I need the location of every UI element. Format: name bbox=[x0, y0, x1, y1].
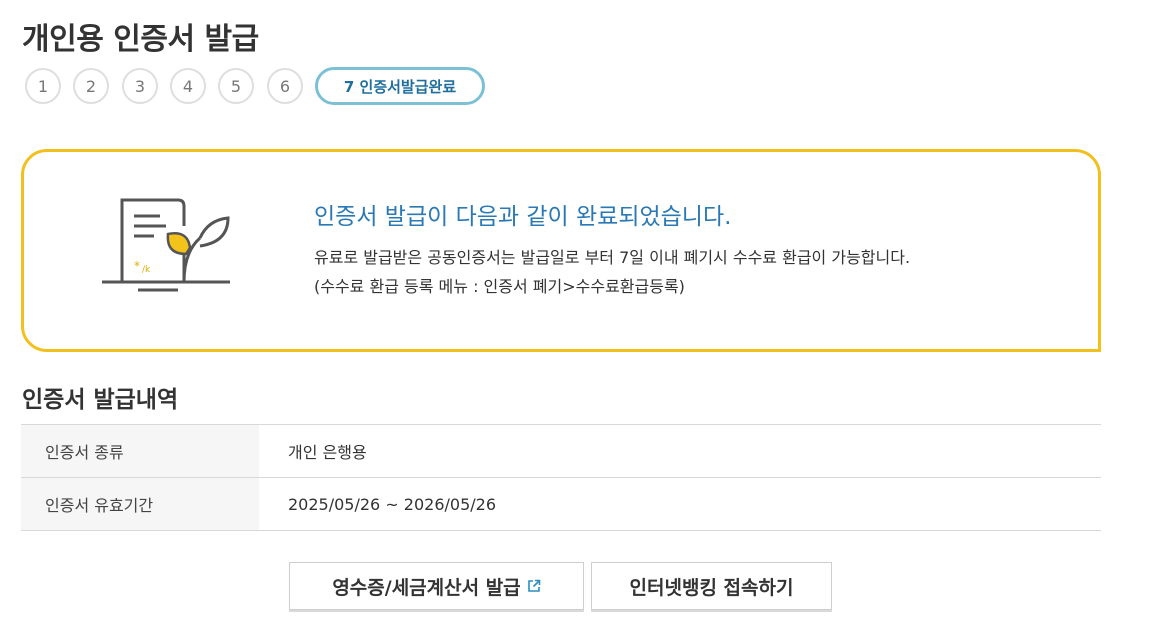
receipt-button-label: 영수증/세금계산서 발급 bbox=[332, 576, 521, 599]
issuance-history-table: 인증서 종류 개인 은행용 인증서 유효기간 2025/05/26 ~ 2026… bbox=[21, 424, 1101, 531]
step-1: 1 bbox=[25, 68, 61, 104]
cert-validity-label: 인증서 유효기간 bbox=[21, 477, 259, 531]
svg-text:/k: /k bbox=[142, 265, 151, 275]
notice-heading: 인증서 발급이 다음과 같이 완료되었습니다. bbox=[314, 204, 732, 230]
cert-validity-value: 2025/05/26 ~ 2026/05/26 bbox=[259, 477, 1101, 531]
completion-notice: * /k 인증서 발급이 다음과 같이 완료되었습니다. 유료로 발급받은 공동… bbox=[21, 149, 1101, 352]
receipt-invoice-button[interactable]: 영수증/세금계산서 발급 bbox=[289, 562, 584, 610]
internet-banking-button[interactable]: 인터넷뱅킹 접속하기 bbox=[591, 562, 832, 610]
external-link-icon bbox=[527, 579, 540, 592]
step-5: 5 bbox=[218, 68, 254, 104]
notice-refund-info: 유료로 발급받은 공동인증서는 발급일로 부터 7일 이내 폐기시 수수료 환급… bbox=[314, 248, 911, 267]
table-row: 인증서 유효기간 2025/05/26 ~ 2026/05/26 bbox=[21, 477, 1101, 531]
notice-refund-menu: (수수료 환급 등록 메뉴 : 인증서 폐기>수수료환급등록) bbox=[314, 277, 685, 296]
step-2: 2 bbox=[73, 68, 109, 104]
step-7-active: 7 인증서발급완료 bbox=[315, 67, 485, 105]
cert-type-label: 인증서 종류 bbox=[21, 424, 259, 478]
history-title: 인증서 발급내역 bbox=[22, 387, 179, 413]
cert-type-value: 개인 은행용 bbox=[259, 424, 1101, 478]
certificate-plant-icon: * /k bbox=[102, 198, 230, 292]
page-title: 개인용 인증서 발급 bbox=[22, 22, 259, 57]
step-6: 6 bbox=[267, 68, 303, 104]
step-3: 3 bbox=[122, 68, 158, 104]
table-row: 인증서 종류 개인 은행용 bbox=[21, 424, 1101, 478]
step-4: 4 bbox=[170, 68, 206, 104]
svg-text:*: * bbox=[134, 259, 140, 273]
